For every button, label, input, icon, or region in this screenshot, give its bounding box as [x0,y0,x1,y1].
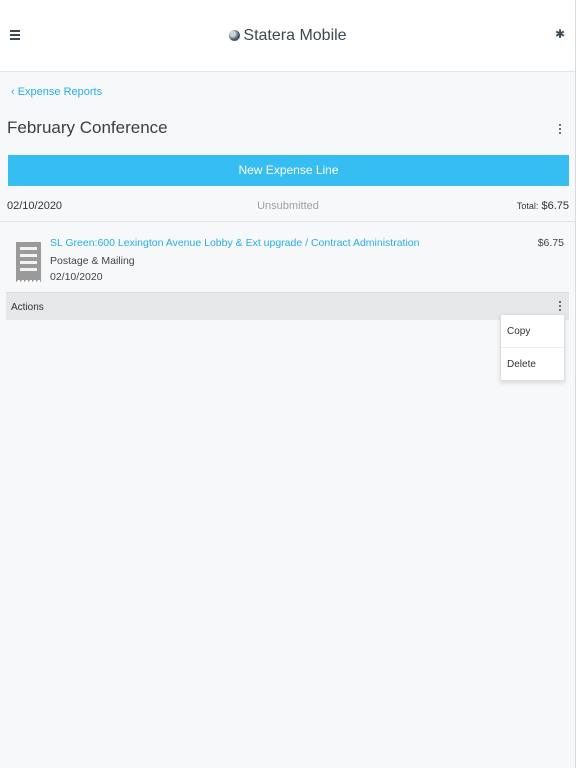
expense-line-amount: $6.75 [537,237,564,249]
actions-bar: Actions [6,292,569,320]
expense-line-item[interactable]: SL Green:600 Lexington Avenue Lobby & Ex… [0,223,576,291]
expense-line-category: Postage & Mailing [50,255,135,267]
back-to-expense-reports-link[interactable]: ‹ Expense Reports [11,86,102,98]
actions-dropdown-menu: Copy Delete [500,314,565,381]
new-expense-line-button[interactable]: New Expense Line [8,155,569,186]
app-title: Statera Mobile [0,27,576,45]
report-more-options-icon[interactable] [557,124,563,138]
gear-icon[interactable]: ✱ [555,27,565,41]
report-title: February Conference [7,118,168,137]
expense-line-name[interactable]: SL Green:600 Lexington Avenue Lobby & Ex… [50,237,420,249]
report-status: Unsubmitted [257,200,319,212]
actions-more-options-icon[interactable] [557,301,563,315]
top-app-bar: Statera Mobile ✱ [0,0,576,72]
app-title-text: Statera Mobile [243,27,347,44]
menu-item-delete[interactable]: Delete [501,348,564,381]
report-summary-row: 02/10/2020 Unsubmitted Total: $6.75 [0,192,576,222]
report-total: Total: $6.75 [517,200,569,212]
expense-line-date: 02/10/2020 [50,271,103,283]
actions-label: Actions [11,302,44,313]
report-total-label: Total: [516,201,539,211]
menu-item-copy[interactable]: Copy [501,315,564,348]
receipt-icon [16,242,41,283]
statera-logo-icon [229,30,241,41]
report-total-value: $6.75 [541,200,569,212]
